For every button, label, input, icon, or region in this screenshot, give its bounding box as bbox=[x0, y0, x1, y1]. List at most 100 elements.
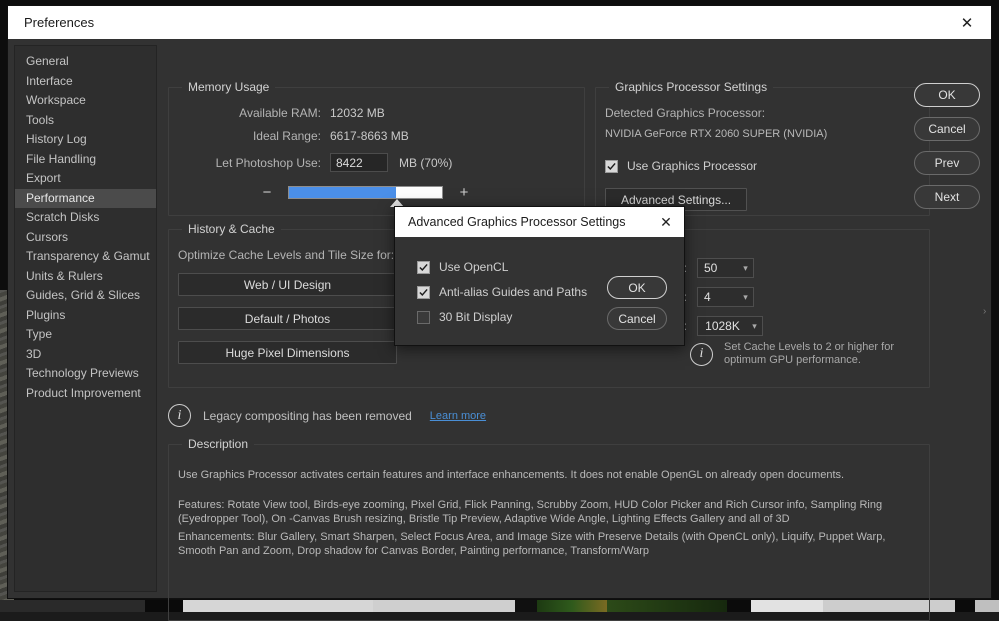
anti-alias-guides-checkbox[interactable]: Anti-alias Guides and Paths bbox=[417, 285, 587, 299]
sidebar-item-label: Type bbox=[26, 327, 53, 341]
learn-more-link[interactable]: Learn more bbox=[412, 410, 486, 422]
sidebar-item-3d[interactable]: 3D bbox=[15, 345, 156, 365]
sidebar-item-tools[interactable]: Tools bbox=[15, 111, 156, 131]
cancel-button[interactable]: Cancel bbox=[914, 117, 980, 141]
prev-button[interactable]: Prev bbox=[914, 151, 980, 175]
modal-cancel-button[interactable]: Cancel bbox=[607, 307, 667, 330]
sidebar-item-workspace[interactable]: Workspace bbox=[15, 91, 156, 111]
bg-thumbnail bbox=[975, 600, 999, 612]
sidebar-item-label: 3D bbox=[26, 346, 42, 361]
anti-alias-guides-label: Anti-alias Guides and Paths bbox=[439, 285, 588, 299]
sidebar-item-label: General bbox=[26, 54, 69, 68]
sidebar-item-general[interactable]: General bbox=[15, 52, 156, 72]
use-opencl-checkbox[interactable]: Use OpenCL bbox=[417, 260, 508, 274]
modal-ok-button[interactable]: OK bbox=[607, 276, 667, 299]
sidebar-item-label: Export bbox=[26, 171, 61, 185]
sidebar-item-label: Guides, Grid & Slices bbox=[26, 288, 141, 302]
legacy-compositing-text: Legacy compositing has been removed bbox=[203, 408, 412, 423]
sidebar-item-cursors[interactable]: Cursors bbox=[15, 228, 156, 248]
bg-thumbnail bbox=[0, 600, 145, 612]
sidebar-item-label: Interface bbox=[26, 73, 73, 88]
chevron-down-icon[interactable]: ▾ bbox=[738, 263, 753, 274]
checkmark-icon bbox=[419, 288, 428, 296]
plus-icon[interactable]: + bbox=[455, 183, 473, 201]
sidebar-item-performance[interactable]: Performance bbox=[15, 188, 156, 208]
checkbox-box[interactable] bbox=[605, 159, 618, 173]
checkmark-icon bbox=[419, 263, 428, 271]
sidebar-item-label: Cursors bbox=[26, 229, 69, 244]
graphics-processor-group-title: Graphics Processor Settings bbox=[609, 80, 774, 94]
sidebar-item-scratch-disks[interactable]: Scratch Disks bbox=[15, 208, 156, 228]
cache-tile-size-select[interactable]: 1028K ▾ bbox=[697, 316, 763, 336]
minus-icon[interactable]: − bbox=[258, 183, 276, 201]
available-ram-value: 12032 MB bbox=[330, 106, 385, 120]
sidebar-item-history-log[interactable]: History Log bbox=[15, 130, 156, 150]
sidebar-item-label: Performance bbox=[26, 190, 95, 205]
window-titlebar: Preferences ✕ bbox=[8, 6, 991, 39]
modal-titlebar: Advanced Graphics Processor Settings ✕ bbox=[395, 207, 684, 237]
cache-levels-select[interactable]: 4 ▾ bbox=[697, 287, 754, 307]
chevron-down-icon[interactable]: ▾ bbox=[738, 292, 753, 303]
edge-marker-icon: › bbox=[983, 306, 987, 317]
sidebar-item-label: Units & Rulers bbox=[26, 268, 103, 283]
memory-slider[interactable] bbox=[288, 185, 443, 207]
sidebar-item-technology-previews[interactable]: Technology Previews bbox=[15, 364, 156, 384]
description-group-title: Description bbox=[182, 437, 255, 451]
ok-button[interactable]: OK bbox=[914, 83, 980, 107]
memory-usage-group: Memory Usage Available RAM: 12032 MB Ide… bbox=[168, 80, 585, 216]
cache-tile-size-value: 1028K bbox=[705, 319, 740, 333]
description-paragraph: Features: Rotate View tool, Birds-eye zo… bbox=[178, 499, 883, 525]
ideal-range-row: Ideal Range: 6617-8663 MB bbox=[169, 129, 409, 143]
description-group: Description Use Graphics Processor activ… bbox=[168, 437, 930, 621]
memory-amount-input[interactable] bbox=[330, 153, 388, 172]
close-icon[interactable]: ✕ bbox=[648, 208, 684, 237]
sidebar-item-type[interactable]: Type bbox=[15, 325, 156, 345]
preset-huge-pixel-dimensions-button[interactable]: Huge Pixel Dimensions bbox=[178, 341, 397, 364]
available-ram-row: Available RAM: 12032 MB bbox=[169, 106, 385, 120]
optimize-cache-label: Optimize Cache Levels and Tile Size for: bbox=[178, 248, 395, 262]
preset-default-photos-button[interactable]: Default / Photos bbox=[178, 307, 397, 330]
advanced-graphics-settings-dialog: Advanced Graphics Processor Settings ✕ U… bbox=[394, 206, 685, 346]
cache-levels-value: 4 bbox=[704, 290, 711, 304]
close-icon[interactable]: ✕ bbox=[945, 7, 989, 39]
sidebar-item-units-rulers[interactable]: Units & Rulers bbox=[15, 267, 156, 287]
graphics-processor-group: Graphics Processor Settings Detected Gra… bbox=[595, 80, 930, 216]
history-states-value: 50 bbox=[704, 261, 718, 275]
memory-slider-fill bbox=[289, 186, 397, 198]
use-opencl-label: Use OpenCL bbox=[439, 260, 509, 274]
next-button[interactable]: Next bbox=[914, 185, 980, 209]
preset-web-ui-design-button[interactable]: Web / UI Design bbox=[178, 273, 397, 296]
sidebar-item-label: History Log bbox=[26, 132, 87, 146]
detected-gpu-label: Detected Graphics Processor: bbox=[605, 106, 766, 120]
sidebar-item-plugins[interactable]: Plugins bbox=[15, 306, 156, 326]
sidebar-item-interface[interactable]: Interface bbox=[15, 72, 156, 92]
sidebar: General Interface Workspace Tools History Lo… bbox=[14, 45, 157, 592]
description-paragraph: Use Graphics Processor activates certain… bbox=[178, 469, 845, 481]
thirty-bit-display-checkbox[interactable]: 30 Bit Display bbox=[417, 310, 512, 324]
checkbox-box[interactable] bbox=[417, 310, 430, 324]
cache-info-note: i Set Cache Levels to 2 or higher for op… bbox=[690, 341, 899, 367]
checkbox-box[interactable] bbox=[417, 260, 430, 274]
sidebar-item-export[interactable]: Export bbox=[15, 169, 156, 189]
sidebar-item-label: Technology Previews bbox=[26, 366, 139, 380]
sidebar-item-label: Tools bbox=[26, 112, 55, 127]
legacy-compositing-notice: i Legacy compositing has been removed Le… bbox=[168, 404, 486, 427]
dialog-action-buttons: OK Cancel Prev Next bbox=[914, 83, 980, 219]
thirty-bit-display-label: 30 Bit Display bbox=[439, 310, 513, 324]
sidebar-item-transparency-gamut[interactable]: Transparency & Gamut bbox=[15, 247, 156, 267]
sidebar-item-file-handling[interactable]: File Handling bbox=[15, 150, 156, 170]
memory-slider-track[interactable] bbox=[288, 185, 443, 199]
use-graphics-processor-checkbox[interactable]: Use Graphics Processor bbox=[605, 159, 757, 173]
sidebar-item-product-improvement[interactable]: Product Improvement bbox=[15, 384, 156, 404]
chevron-down-icon[interactable]: ▾ bbox=[747, 321, 762, 332]
memory-usage-group-title: Memory Usage bbox=[182, 80, 276, 94]
checkbox-box[interactable] bbox=[417, 285, 430, 299]
page-title: Preferences bbox=[24, 15, 95, 30]
available-ram-label: Available RAM: bbox=[239, 106, 321, 120]
sidebar-item-guides-grid-slices[interactable]: Guides, Grid & Slices bbox=[15, 286, 156, 306]
sidebar-item-label: Product Improvement bbox=[26, 385, 141, 400]
sidebar-item-label: Transparency & Gamut bbox=[26, 249, 150, 263]
detected-gpu-value: NVIDIA GeForce RTX 2060 SUPER (NVIDIA) bbox=[605, 128, 828, 140]
history-states-select[interactable]: 50 ▾ bbox=[697, 258, 754, 278]
memory-units-label: MB (70%) bbox=[399, 155, 453, 170]
